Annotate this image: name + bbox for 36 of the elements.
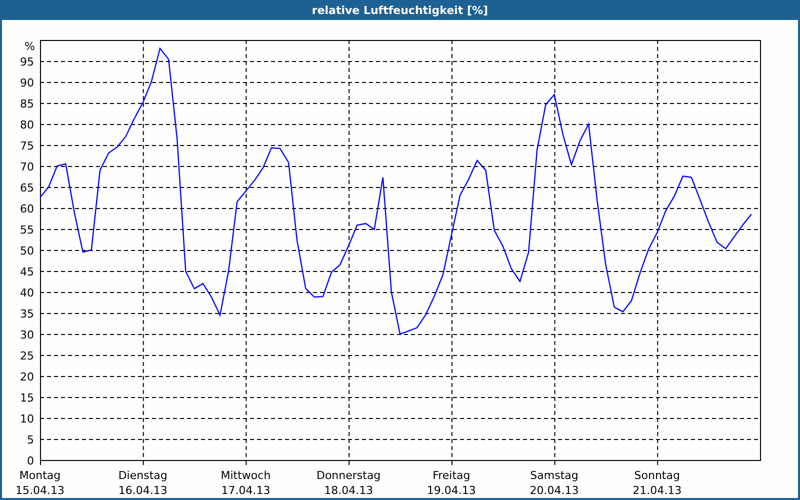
y-tick-label: 90 (20, 76, 34, 90)
y-tick-label: 95 (20, 56, 34, 68)
day-label: Freitag (432, 469, 470, 482)
date-label: 18.04.13 (324, 484, 374, 497)
y-tick-label: 45 (20, 266, 34, 278)
y-tick-label: 20 (20, 370, 34, 384)
y-tick-label: 70 (20, 160, 34, 174)
y-tick-label: 30 (20, 328, 34, 342)
y-tick-label: 40 (20, 286, 34, 300)
day-label: Dienstag (118, 469, 168, 482)
y-tick-label: 50 (20, 244, 34, 258)
y-tick-label: 85 (20, 98, 34, 110)
chart-title: relative Luftfeuchtigkeit [%] (312, 4, 488, 16)
y-tick-label: 35 (20, 308, 34, 320)
y-tick-label: 55 (20, 224, 34, 236)
day-label: Montag (19, 469, 61, 482)
day-label: Mittwoch (220, 469, 271, 482)
y-tick-label: 15 (20, 392, 34, 404)
date-label: 17.04.13 (221, 484, 270, 497)
y-tick-label: 10 (20, 412, 34, 426)
y-tick-label: 25 (20, 350, 34, 362)
y-tick-label: 75 (20, 140, 34, 152)
date-label: 16.04.13 (118, 484, 168, 497)
y-tick-label: 60 (20, 202, 34, 216)
y-tick-label: 5 (27, 434, 34, 446)
date-label: 15.04.13 (16, 484, 64, 497)
y-tick-label: 0 (27, 454, 34, 468)
y-tick-label: 65 (20, 182, 34, 194)
day-label: Sonntag (634, 469, 680, 482)
date-label: 21.04.13 (632, 484, 682, 497)
day-label: Samstag (530, 469, 578, 482)
y-axis-unit: % (24, 40, 35, 53)
date-label: 19.04.13 (426, 484, 476, 497)
y-tick-label: 80 (20, 118, 34, 132)
day-label: Donnerstag (316, 469, 381, 482)
date-label: 20.04.13 (530, 484, 579, 497)
